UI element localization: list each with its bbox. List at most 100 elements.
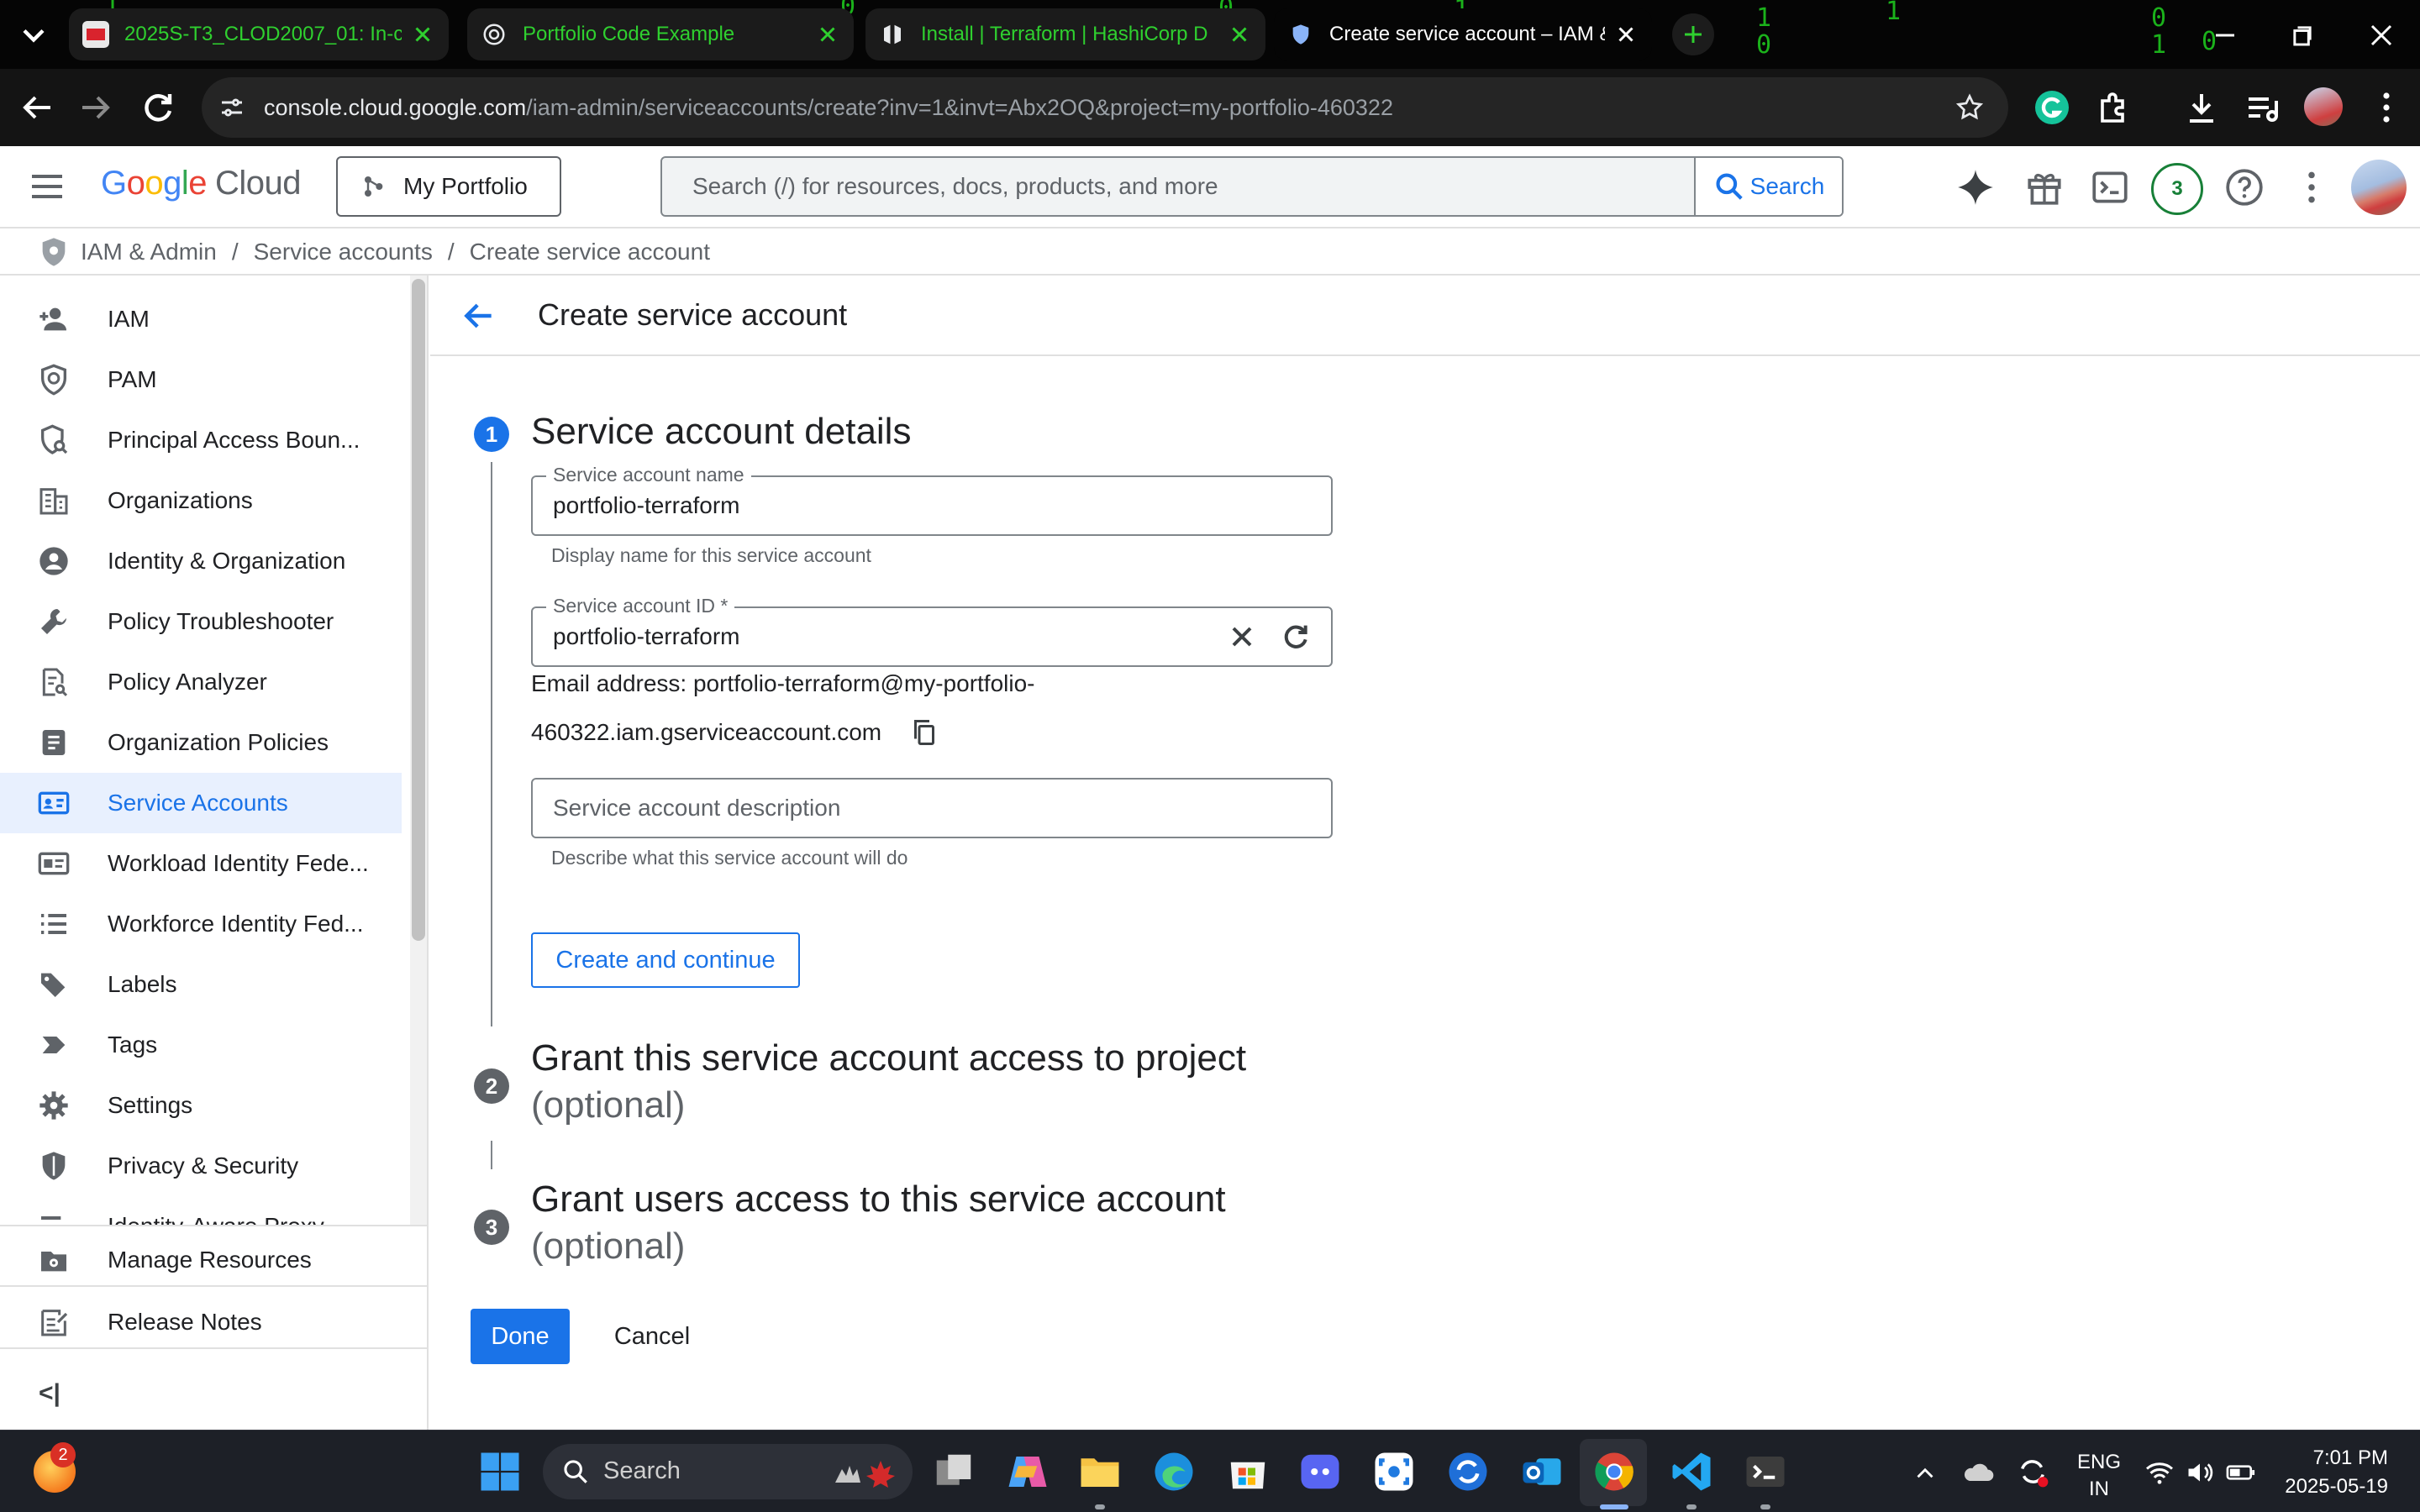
snipping-tool-icon[interactable] bbox=[1371, 1449, 1417, 1494]
terminal-icon[interactable] bbox=[1743, 1449, 1788, 1494]
service-account-description-input[interactable] bbox=[533, 780, 1331, 837]
sidebar-item-identity-organization[interactable]: Identity & Organization bbox=[0, 531, 402, 591]
extensions-puzzle-icon[interactable] bbox=[2094, 87, 2134, 128]
collapse-sidebar-button[interactable]: <| bbox=[39, 1379, 60, 1408]
project-picker[interactable]: My Portfolio bbox=[336, 156, 561, 217]
bookmark-star-icon[interactable] bbox=[1954, 92, 1985, 123]
windows-taskbar: 2 Search ENG IN 7:01 PM 2025-05-19 bbox=[0, 1430, 2420, 1512]
tab-search-chevron-icon[interactable] bbox=[15, 17, 52, 54]
wifi-icon[interactable] bbox=[2144, 1457, 2175, 1488]
sidebar-item-privacy-security[interactable]: Privacy & Security bbox=[0, 1136, 402, 1196]
gift-icon[interactable] bbox=[2023, 166, 2065, 208]
notifications-badge[interactable]: 3 bbox=[2151, 163, 2203, 215]
browser-tab-active[interactable]: Create service account – IAM & bbox=[1274, 8, 1652, 60]
hamburger-menu-icon[interactable] bbox=[27, 166, 67, 207]
discord-icon[interactable] bbox=[1297, 1449, 1343, 1494]
search-button[interactable]: Search bbox=[1694, 158, 1842, 215]
sidebar-item-principal-access-boundary[interactable]: Principal Access Boun... bbox=[0, 410, 402, 470]
done-button[interactable]: Done bbox=[471, 1309, 570, 1364]
media-controls-icon[interactable] bbox=[2242, 87, 2282, 128]
copy-icon[interactable] bbox=[909, 717, 939, 748]
minimize-icon[interactable] bbox=[2207, 17, 2244, 54]
task-view-icon[interactable] bbox=[931, 1449, 976, 1494]
sidebar-item-organizations[interactable]: Organizations bbox=[0, 470, 402, 531]
sidebar-item-settings[interactable]: Settings bbox=[0, 1075, 402, 1136]
more-vert-icon[interactable] bbox=[2291, 166, 2333, 208]
close-window-icon[interactable] bbox=[2363, 17, 2400, 54]
sidebar-item-label: Settings bbox=[108, 1092, 193, 1118]
tray-overflow-chevron-icon[interactable] bbox=[1911, 1459, 1939, 1488]
close-tab-icon[interactable] bbox=[410, 22, 435, 47]
sidebar-item-pam[interactable]: PAM bbox=[0, 349, 402, 410]
sidebar-item-policy-analyzer[interactable]: Policy Analyzer bbox=[0, 652, 402, 712]
sidebar-item-service-accounts[interactable]: Service Accounts bbox=[0, 773, 402, 833]
file-explorer-icon[interactable] bbox=[1077, 1449, 1123, 1494]
seneca-favicon bbox=[82, 21, 109, 48]
close-tab-icon[interactable] bbox=[815, 22, 840, 47]
vscode-icon[interactable] bbox=[1669, 1449, 1714, 1494]
cloud-shell-terminal-icon[interactable] bbox=[2089, 166, 2131, 208]
address-bar[interactable]: console.cloud.google.com/iam-admin/servi… bbox=[202, 77, 2008, 138]
new-tab-button[interactable] bbox=[1672, 13, 1714, 55]
volume-icon[interactable] bbox=[2185, 1457, 2215, 1488]
gemini-sparkle-icon[interactable] bbox=[1954, 166, 1996, 208]
browser-tab[interactable]: Portfolio Code Example bbox=[467, 8, 854, 60]
step-2-title: Grant this service account access to pro… bbox=[531, 1037, 1247, 1079]
sidebar-item-iam[interactable]: IAM bbox=[0, 289, 402, 349]
microsoft-store-icon[interactable] bbox=[1225, 1449, 1270, 1494]
onedrive-icon[interactable] bbox=[1961, 1456, 1995, 1489]
browser-menu-icon[interactable] bbox=[2366, 87, 2407, 128]
system-clock[interactable]: 7:01 PM 2025-05-19 bbox=[2285, 1444, 2388, 1501]
breadcrumb-separator: / bbox=[447, 239, 455, 265]
shield-search-icon bbox=[41, 424, 68, 454]
account-avatar[interactable] bbox=[2351, 160, 2407, 215]
language-indicator[interactable]: ENG IN bbox=[2072, 1449, 2126, 1503]
logo-letter: l bbox=[181, 165, 189, 202]
restore-icon[interactable] bbox=[2284, 17, 2321, 54]
sidebar-item-identity-aware-proxy[interactable]: Identity-Aware Proxy bbox=[0, 1196, 402, 1225]
sync-app-icon[interactable] bbox=[1445, 1449, 1491, 1494]
service-account-id-input[interactable] bbox=[533, 608, 1331, 665]
clear-icon[interactable] bbox=[1225, 620, 1259, 654]
cancel-button[interactable]: Cancel bbox=[590, 1309, 714, 1364]
chrome-browser-icon[interactable] bbox=[1591, 1449, 1637, 1494]
sidebar-item-tags[interactable]: Tags bbox=[0, 1015, 402, 1075]
sidebar-item-policy-troubleshooter[interactable]: Policy Troubleshooter bbox=[0, 591, 402, 652]
step-2-heading[interactable]: Grant this service account access to pro… bbox=[531, 1035, 1246, 1129]
forward-icon[interactable] bbox=[76, 87, 116, 128]
edge-browser-icon[interactable] bbox=[1151, 1449, 1197, 1494]
grammarly-icon[interactable] bbox=[2032, 87, 2072, 128]
browser-tab[interactable]: 2025S-T3_CLOD2007_01: In-cla bbox=[69, 8, 449, 60]
update-sync-icon[interactable] bbox=[2015, 1454, 2050, 1489]
browser-tab[interactable]: Install | Terraform | HashiCorp D bbox=[865, 8, 1265, 60]
download-icon[interactable] bbox=[2181, 87, 2222, 128]
copilot-icon[interactable] bbox=[1005, 1449, 1050, 1494]
search-input[interactable] bbox=[662, 158, 1694, 215]
step-3-heading[interactable]: Grant users access to this service accou… bbox=[531, 1176, 1226, 1270]
sidebar-item-organization-policies[interactable]: Organization Policies bbox=[0, 712, 402, 773]
reload-icon[interactable] bbox=[138, 87, 178, 128]
sidebar-item-manage-resources[interactable]: Manage Resources bbox=[0, 1230, 427, 1290]
breadcrumb-item[interactable]: IAM & Admin bbox=[81, 239, 217, 265]
outlook-icon[interactable] bbox=[1519, 1449, 1565, 1494]
close-tab-icon[interactable] bbox=[1613, 22, 1639, 47]
refresh-icon[interactable] bbox=[1279, 620, 1313, 654]
service-account-name-input[interactable] bbox=[533, 477, 1331, 534]
battery-icon[interactable] bbox=[2225, 1457, 2257, 1488]
site-info-icon[interactable] bbox=[217, 92, 247, 123]
sidebar-item-labels[interactable]: Labels bbox=[0, 954, 402, 1015]
sidebar-item-release-notes[interactable]: Release Notes bbox=[0, 1292, 427, 1352]
sidebar-item-workload-identity-federation[interactable]: Workload Identity Fede... bbox=[0, 833, 402, 894]
help-icon[interactable] bbox=[2223, 166, 2265, 208]
taskbar-search[interactable]: Search bbox=[543, 1444, 913, 1499]
sidebar-scrollbar-thumb[interactable] bbox=[412, 279, 425, 941]
windows-start-icon[interactable] bbox=[477, 1449, 523, 1494]
profile-avatar[interactable] bbox=[2304, 87, 2343, 126]
breadcrumb-item[interactable]: Service accounts bbox=[254, 239, 433, 265]
back-arrow-icon[interactable] bbox=[460, 297, 497, 334]
back-icon[interactable] bbox=[17, 87, 57, 128]
close-tab-icon[interactable] bbox=[1227, 22, 1252, 47]
google-cloud-logo[interactable]: Google Cloud bbox=[101, 165, 302, 202]
create-and-continue-button[interactable]: Create and continue bbox=[531, 932, 800, 988]
sidebar-item-workforce-identity-federation[interactable]: Workforce Identity Fed... bbox=[0, 894, 402, 954]
